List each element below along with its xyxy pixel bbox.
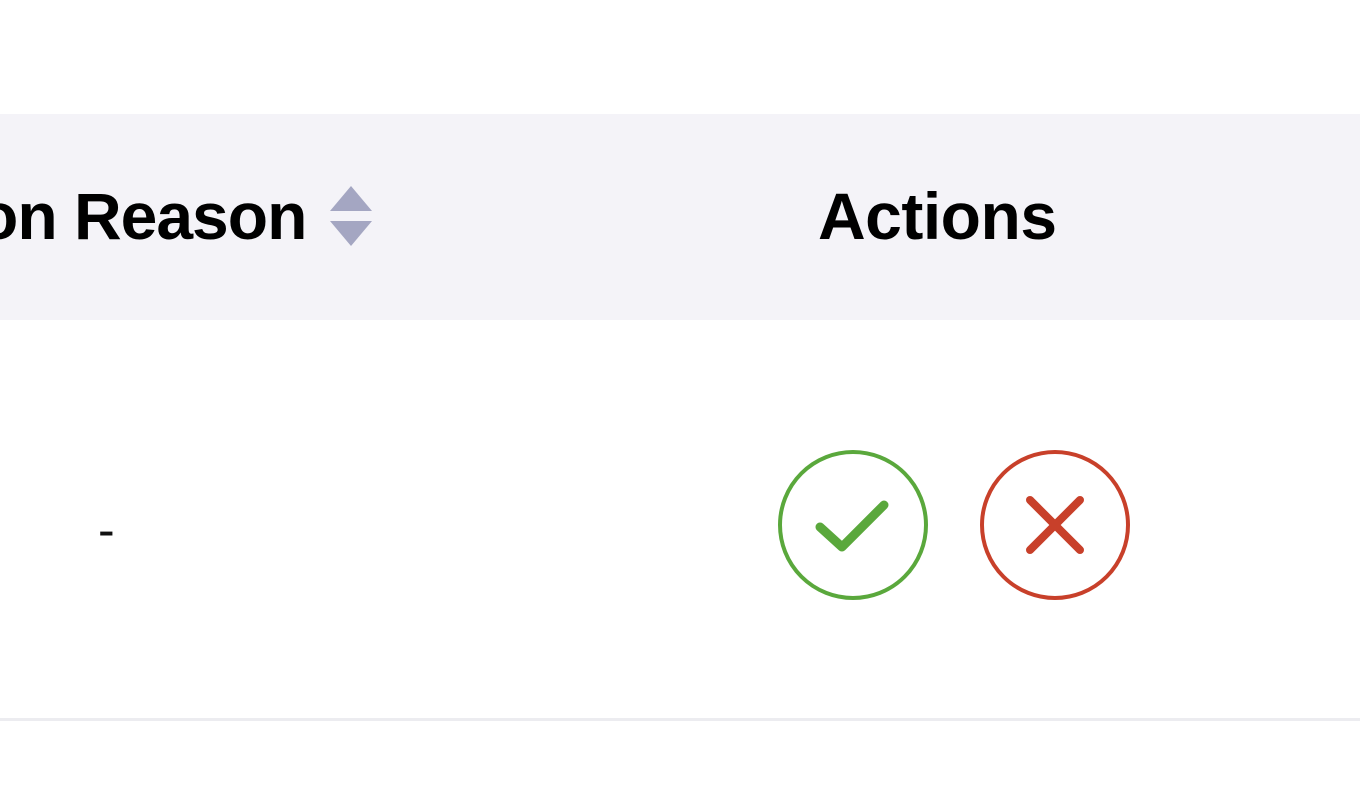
column-header-reason[interactable]: on Reason (0, 178, 374, 254)
column-header-reason-label: on Reason (0, 179, 307, 253)
sort-icon[interactable] (328, 184, 374, 248)
row-divider (0, 718, 1360, 721)
reason-cell: - (98, 502, 115, 558)
table-view: on Reason Actions - (0, 0, 1360, 800)
x-circle-icon (980, 450, 1130, 600)
approve-button[interactable] (776, 448, 930, 602)
table-row (0, 320, 1360, 720)
column-header-actions: Actions (818, 179, 1057, 253)
reject-button[interactable] (978, 448, 1132, 602)
check-circle-icon (778, 450, 928, 600)
